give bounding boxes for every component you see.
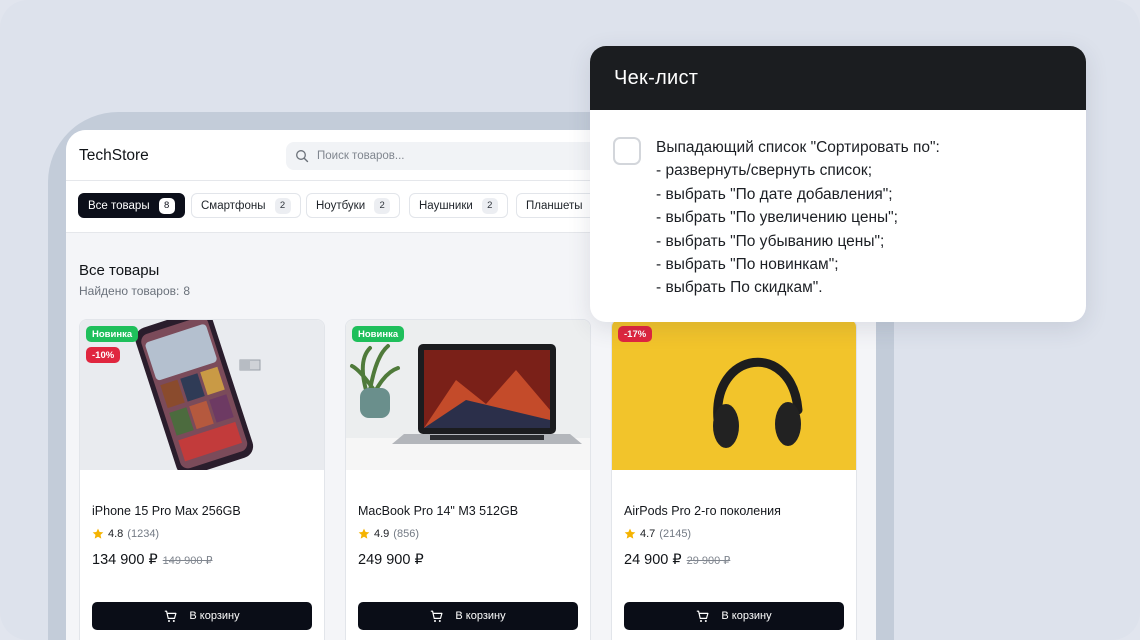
checklist-line: - выбрать "По убыванию цены"; [656,232,885,250]
headphones-photo [612,320,856,470]
rating-value: 4.8 [108,528,124,540]
checklist-line: - выбрать "По новинкам"; [656,255,839,273]
add-to-cart-button[interactable]: В корзину [92,602,312,630]
tab-label: Ноутбуки [316,199,366,212]
product-card-airpods[interactable]: -17% AirPods Pro 2-го поколения 4.7 (214… [611,319,857,640]
cart-icon [431,610,443,622]
review-count: (2145) [659,528,692,540]
product-rating: 4.9 (856) [358,528,419,540]
add-to-cart-button[interactable]: В корзину [624,602,844,630]
product-rating: 4.7 (2145) [624,528,691,540]
tab-label: Наушники [419,199,473,212]
product-price: 134 900 ₽ 149 900 ₽ [92,552,213,568]
star-icon [358,528,370,539]
store-logo[interactable]: TechStore [79,147,149,165]
found-number: 8 [183,284,191,298]
checklist-title: Чек-лист [614,67,699,89]
checklist-line: - выбрать "По дате добавления"; [656,185,893,203]
checklist-header: Чек-лист [590,46,1086,110]
checklist-line: - выбрать По скидкам". [656,279,823,297]
review-count: (1234) [127,528,160,540]
product-name[interactable]: AirPods Pro 2-го поколения [624,504,781,518]
found-label: Найдено товаров: [79,284,180,298]
product-name[interactable]: iPhone 15 Pro Max 256GB [92,504,241,518]
checklist-checkbox[interactable] [613,137,641,165]
product-price: 24 900 ₽ 29 900 ₽ [624,552,730,568]
product-card-macbook[interactable]: Новинка MacBook Pro 14" M3 512GB 4.9 (85… [345,319,591,640]
checklist-line: - выбрать "По увеличению цены"; [656,209,898,227]
add-to-cart-button[interactable]: В корзину [358,602,578,630]
checklist-line: Выпадающий список "Сортировать по": [656,139,940,156]
cart-button-label: В корзину [189,610,240,622]
tab-count: 2 [481,197,498,214]
cart-button-label: В корзину [455,610,506,622]
tab-count: 8 [158,197,175,214]
product-image-macbook[interactable] [346,320,590,470]
checklist-line: - развернуть/свернуть список; [656,162,873,180]
checklist-text: Выпадающий список "Сортировать по": - ра… [656,136,940,300]
product-image-iphone[interactable] [80,320,324,470]
old-price: 149 900 ₽ [162,555,213,567]
cart-button-label: В корзину [721,610,772,622]
tab-label: Планшеты [526,199,583,212]
badge-discount: -17% [618,326,653,342]
current-price: 134 900 ₽ [92,552,158,568]
search-icon [296,150,309,163]
product-card-iphone[interactable]: Новинка -10% iPhone 15 Pro Max 256GB 4.8… [79,319,325,640]
product-rating: 4.8 (1234) [92,528,159,540]
old-price: 29 900 ₽ [686,555,731,567]
tab-label: Смартфоны [201,199,266,212]
tab-label: Все товары [88,199,150,212]
current-price: 24 900 ₽ [624,552,682,568]
section-title: Все товары [79,262,160,279]
macbook-photo [346,320,590,470]
tab-count: 2 [374,197,391,214]
product-price: 249 900 ₽ [358,552,424,568]
cart-icon [697,610,709,622]
found-count: Найдено товаров: 8 [79,284,190,298]
tab-smartphones[interactable]: Смартфоны 2 [191,193,301,218]
star-icon [92,528,104,539]
tab-all-products[interactable]: Все товары 8 [78,193,185,218]
product-image-airpods[interactable] [612,320,856,470]
badge-discount: -10% [86,347,121,363]
tab-count: 2 [274,197,291,214]
tab-headphones[interactable]: Наушники 2 [409,193,508,218]
badge-new: Новинка [86,326,139,342]
cart-icon [165,610,177,622]
background-frame: TechStore Все товары 8 Смартфоны 2 Ноутб… [0,0,1140,640]
star-icon [624,528,636,539]
review-count: (856) [393,528,419,540]
product-name[interactable]: MacBook Pro 14" M3 512GB [358,504,518,518]
badge-new: Новинка [352,326,405,342]
iphone-photo [80,320,324,470]
checklist-panel: Чек-лист Выпадающий список "Сортировать … [590,46,1086,322]
rating-value: 4.7 [640,528,656,540]
tab-laptops[interactable]: Ноутбуки 2 [306,193,401,218]
current-price: 249 900 ₽ [358,552,424,568]
rating-value: 4.9 [374,528,390,540]
